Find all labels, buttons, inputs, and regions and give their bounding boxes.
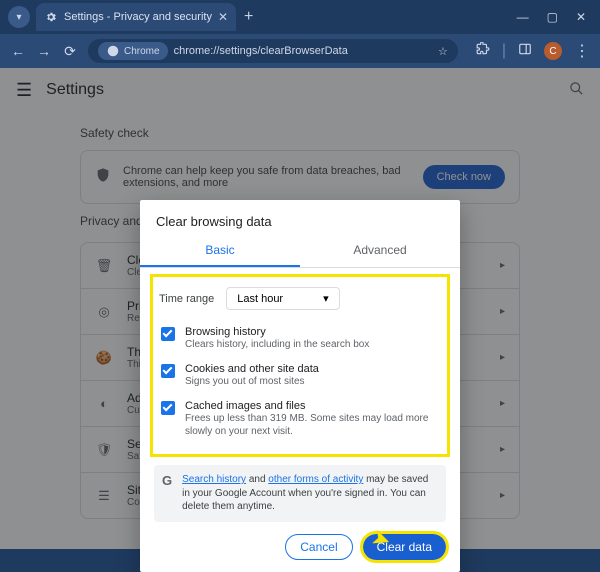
menu-icon[interactable]: ⋮ xyxy=(574,41,590,61)
dialog-tabs: Basic Advanced xyxy=(140,235,460,268)
tab-search-button[interactable]: ▾ xyxy=(8,6,30,28)
search-history-link[interactable]: Search history xyxy=(182,474,246,485)
tab-advanced[interactable]: Advanced xyxy=(300,235,460,267)
close-tab-icon[interactable]: ✕ xyxy=(218,10,228,24)
window-titlebar: ▾ Settings - Privacy and security ✕ + — … xyxy=(0,0,600,34)
minimize-button[interactable]: — xyxy=(517,10,529,24)
gear-icon xyxy=(44,10,58,24)
url-text: chrome://settings/clearBrowserData xyxy=(174,45,348,57)
browser-tab[interactable]: Settings - Privacy and security ✕ xyxy=(36,3,236,31)
google-account-note: G Search history and other forms of acti… xyxy=(154,465,446,522)
close-window-button[interactable]: ✕ xyxy=(576,10,586,24)
profile-avatar[interactable]: C xyxy=(544,42,562,60)
time-range-label: Time range xyxy=(159,293,214,305)
tab-title: Settings - Privacy and security xyxy=(64,11,212,23)
checkbox-cookies[interactable]: Cookies and other site dataSigns you out… xyxy=(159,357,441,394)
bookmark-star-icon[interactable]: ☆ xyxy=(438,45,448,58)
address-bar[interactable]: Chrome chrome://settings/clearBrowserDat… xyxy=(88,39,458,63)
side-panel-icon[interactable] xyxy=(518,42,532,61)
forward-button[interactable]: → xyxy=(36,43,52,59)
tab-basic[interactable]: Basic xyxy=(140,235,300,267)
extensions-icon[interactable] xyxy=(476,42,490,61)
checkbox-browsing-history[interactable]: Browsing historyClears history, includin… xyxy=(159,320,441,357)
chevron-down-icon: ▾ xyxy=(323,292,329,305)
time-range-select[interactable]: Last hour ▾ xyxy=(226,287,339,310)
site-chip-label: Chrome xyxy=(124,46,160,57)
google-icon: G xyxy=(162,473,172,514)
toolbar: ← → ⟳ Chrome chrome://settings/clearBrow… xyxy=(0,34,600,68)
new-tab-button[interactable]: + xyxy=(244,8,253,26)
checkbox-icon[interactable] xyxy=(161,364,175,378)
chrome-icon xyxy=(106,44,120,58)
site-chip[interactable]: Chrome xyxy=(98,42,168,60)
clear-browsing-data-dialog: Clear browsing data Basic Advanced Time … xyxy=(140,200,460,572)
checkbox-cache[interactable]: Cached images and filesFrees up less tha… xyxy=(159,394,441,444)
highlight-annotation: Time range Last hour ▾ Browsing historyC… xyxy=(150,274,450,457)
maximize-button[interactable]: ▢ xyxy=(547,10,558,24)
cancel-button[interactable]: Cancel xyxy=(285,534,352,560)
reload-button[interactable]: ⟳ xyxy=(62,43,78,60)
dialog-title: Clear browsing data xyxy=(140,200,460,235)
other-activity-link[interactable]: other forms of activity xyxy=(268,474,363,485)
back-button[interactable]: ← xyxy=(10,43,26,59)
note-text: Search history and other forms of activi… xyxy=(182,473,438,514)
checkbox-icon[interactable] xyxy=(161,401,175,415)
checkbox-icon[interactable] xyxy=(161,327,175,341)
time-range-value: Last hour xyxy=(237,293,283,305)
